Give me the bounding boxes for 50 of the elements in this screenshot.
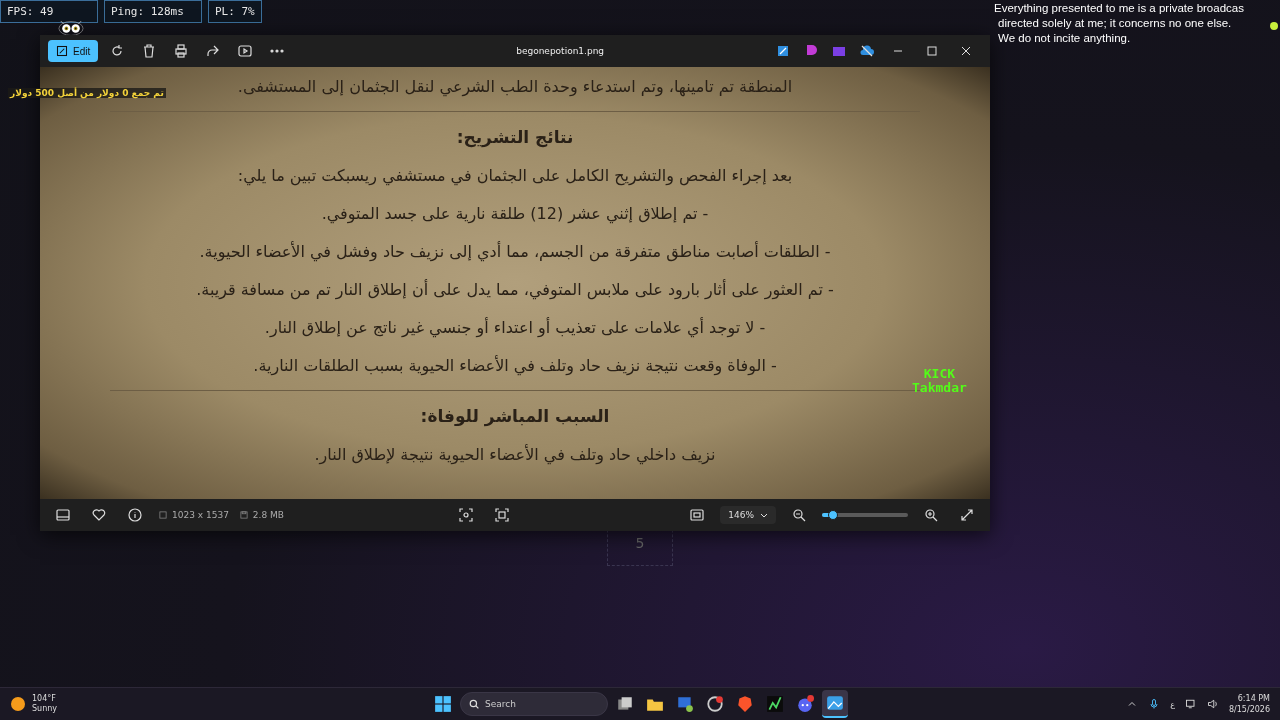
document-line: - لا توجد أي علامات على تعذيب أو اعتداء أو جنسي غير ناتج عن إطلاق النار. (264, 316, 766, 340)
document-line: - الطلقات أصابت مناطق متفرقة من الجسم، مما أدي إلى نزيف حاد وفشل في الأعضاء الحيوية. (199, 240, 831, 264)
status-dot (1270, 22, 1278, 30)
speaker-icon (1206, 698, 1219, 710)
owl-mascot-drawing (58, 21, 84, 35)
document-heading: السبب المباشر للوفاة: (420, 405, 610, 429)
document-line: - تم العثور على أثار بارود على ملابس المتوفي، مما يدل على أن إطلاق النار تم من مسافة قريبة. (196, 278, 834, 302)
clock-time: 6:14 PM (1237, 693, 1270, 704)
stream-platform-label: KICK (923, 367, 956, 381)
monitor-icon (676, 695, 694, 713)
document-line: - تم إطلاق إثني عشر (12) طلقة نارية على جسد المتوفي. (321, 202, 709, 226)
channel-name: Takmdar (912, 381, 967, 395)
document-line: نزيف داخلي حاد وتلف في الأعضاء الحيوية نتيجة لإطلاق النار. (314, 443, 716, 467)
document-line: المنطقة تم تامينها، وتم استدعاء وحدة الطب الشرعي لنقل الجثمان إلى المستشفى. (237, 75, 793, 99)
weather-condition: Sunny (32, 704, 58, 714)
search-icon (469, 699, 479, 709)
zoom-dropdown[interactable]: 146% (720, 506, 776, 524)
maximize-icon (927, 46, 937, 56)
image-size-icon (158, 510, 168, 520)
disclaimer-line: Everything presented to me is a private broadcas (994, 1, 1244, 16)
donation-goal-text: تم جمع 0 دولار من أصل 500 دولار (8, 88, 166, 98)
temperature: 104°F (32, 694, 57, 704)
caret-icon (760, 511, 768, 519)
network-icon (1184, 698, 1197, 710)
image-dimensions: 1023 x 1537 (172, 510, 229, 520)
disclaimer-line: We do not incite anything. (997, 31, 1131, 46)
document-line: بعد إجراء الفحص والتشريح الكامل على الجثمان في مستشفي ريسبكت تبين ما يلي: (237, 164, 793, 188)
ping-counter: Ping: 128ms (104, 0, 202, 23)
taskbar-app[interactable] (822, 690, 848, 718)
file-size: 2.8 MB (252, 510, 284, 520)
zoom-slider[interactable] (822, 513, 908, 517)
search-field[interactable]: Search (460, 692, 608, 716)
clock-date: 8/15/2026 (1228, 704, 1270, 715)
document-heading: نتائج التشريح: (456, 126, 574, 150)
sun-icon (10, 696, 26, 712)
document-line: - الوفاة وقعت نتيجة نزيف حاد وتلف في الأعضاء الحيوية بسبب الطلقات النارية. (253, 354, 777, 378)
file-title: begonepotion1.png (516, 46, 605, 56)
input-language[interactable]: ع (1170, 699, 1175, 709)
microphone-icon (1148, 698, 1161, 710)
fps-counter: FPS: 49 (0, 0, 98, 23)
edit-button[interactable]: Edit (48, 40, 99, 62)
packet-loss-counter: PL: 7% (208, 0, 262, 23)
photo-icon (826, 694, 844, 712)
windows-logo-icon (434, 695, 452, 713)
disclaimer-line: directed solely at me; it concerns no one else. (997, 16, 1232, 31)
edit-icon (56, 45, 68, 57)
windows-stack-icon (616, 695, 634, 713)
browser-icon (706, 695, 724, 713)
close-icon (961, 46, 971, 56)
chart-line-icon (766, 695, 784, 713)
